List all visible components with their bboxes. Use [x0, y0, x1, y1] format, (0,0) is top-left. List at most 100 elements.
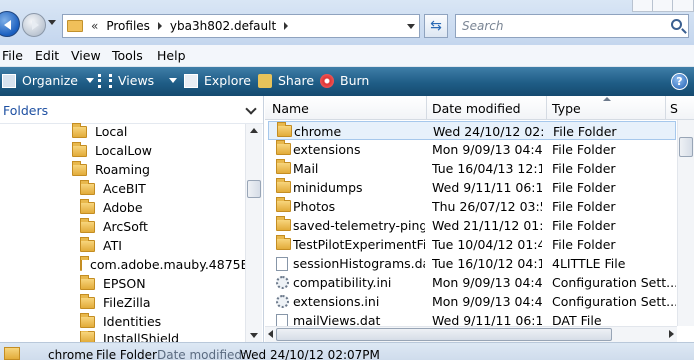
share-button[interactable]: Share	[258, 73, 314, 88]
breadcrumb-profiles[interactable]: Profiles	[106, 19, 150, 33]
folder-icon	[72, 122, 87, 138]
menu-edit[interactable]: Edit	[35, 48, 59, 63]
column-divider[interactable]	[546, 96, 547, 120]
tree-item-label: EPSON	[103, 276, 146, 291]
file-type: File Folder	[552, 199, 616, 214]
scrollbar-thumb[interactable]	[276, 328, 612, 341]
file-row[interactable]: TestPilotExperimentFiles Tue 10/04/12 01:…	[268, 235, 676, 254]
folder-icon	[80, 179, 95, 195]
details-item-name: chrome	[48, 348, 94, 360]
file-row[interactable]: compatibility.ini Mon 9/09/13 04:4... Conf…	[268, 273, 676, 292]
file-row[interactable]: chrome Wed 24/10/12 02:0... File Folder	[268, 121, 676, 140]
burn-button[interactable]: Burn	[320, 73, 369, 88]
overflow-chevrons[interactable]: «	[91, 19, 98, 33]
maximize-button[interactable]	[652, 0, 674, 12]
scroll-down-arrow-icon[interactable]	[250, 333, 258, 338]
file-date-modified: Tue 16/04/13 12:1...	[432, 161, 542, 176]
tree-item-adobe[interactable]: Adobe	[80, 198, 143, 217]
tree-item-acebit[interactable]: AceBIT	[80, 179, 146, 198]
breadcrumb-separator-icon[interactable]	[157, 22, 162, 30]
folder-tree-scrollbar[interactable]	[245, 124, 262, 342]
column-header-type[interactable]: Type	[552, 101, 581, 116]
details-date-label: Date modified:	[157, 348, 247, 360]
file-date-modified: Wed 9/11/11 06:16...	[432, 180, 542, 195]
burn-disc-icon	[320, 73, 334, 88]
tree-item-epson[interactable]: EPSON	[80, 274, 146, 293]
menu-view[interactable]: View	[71, 48, 101, 63]
file-row[interactable]: sessionHistograms.dat... Tue 16/10/12 04:…	[268, 254, 676, 273]
file-row[interactable]: Photos Thu 26/07/12 03:5... File Folder	[268, 197, 676, 216]
tree-item-locallow[interactable]: LocalLow	[72, 141, 152, 160]
file-type: 4LITTLE File	[552, 256, 626, 271]
views-button[interactable]: Views	[98, 73, 178, 88]
tree-item-filezilla[interactable]: FileZilla	[80, 293, 151, 312]
forward-button[interactable]	[22, 13, 46, 37]
tree-item-arcsoft[interactable]: ArcSoft	[80, 217, 148, 236]
scroll-up-arrow-icon[interactable]	[250, 128, 258, 133]
scrollbar-thumb[interactable]	[679, 137, 693, 157]
scroll-right-arrow-icon[interactable]	[669, 330, 674, 338]
column-header-date[interactable]: Date modified	[432, 101, 521, 116]
folder-icon	[4, 347, 20, 360]
column-divider[interactable]	[665, 96, 666, 120]
file-date-modified: Tue 10/04/12 01:4...	[432, 237, 542, 252]
folders-header[interactable]: Folders	[0, 96, 263, 124]
file-row[interactable]: extensions.ini Mon 9/09/13 04:4... Configu…	[268, 292, 676, 311]
scroll-left-arrow-icon[interactable]	[268, 330, 273, 338]
breadcrumb-profile-folder[interactable]: yba3h802.default	[170, 19, 276, 33]
file-list-horizontal-scrollbar[interactable]	[265, 326, 677, 342]
config-file-icon	[276, 276, 289, 292]
burn-label: Burn	[340, 73, 370, 88]
organize-label: Organize	[22, 73, 78, 88]
refresh-button[interactable]: ⇆	[424, 14, 448, 38]
address-bar[interactable]: « Profiles yba3h802.default	[62, 14, 420, 38]
recent-pages-dropdown[interactable]	[48, 20, 56, 25]
chevron-down-icon	[169, 78, 178, 83]
views-icon	[98, 73, 112, 88]
file-row[interactable]: saved-telemetry-pings Wed 21/11/12 01:2..…	[268, 216, 676, 235]
back-button[interactable]	[0, 11, 20, 37]
explore-button[interactable]: Explore	[184, 73, 251, 88]
file-date-modified: Mon 9/09/13 04:4...	[432, 275, 542, 290]
column-header-size[interactable]: S	[670, 101, 678, 116]
chevron-down-icon[interactable]	[245, 103, 257, 115]
file-date-modified: Thu 26/07/12 03:5...	[432, 199, 542, 214]
document-icon	[276, 257, 288, 274]
file-list-vertical-scrollbar[interactable]	[677, 120, 694, 326]
search-input[interactable]: Search	[455, 14, 689, 38]
menu-file[interactable]: File	[2, 48, 23, 63]
tree-item-roaming[interactable]: Roaming	[72, 160, 150, 179]
address-dropdown-icon[interactable]	[407, 24, 415, 29]
menu-help[interactable]: Help	[157, 48, 186, 63]
file-type: File Folder	[553, 124, 617, 139]
tree-item-ati[interactable]: ATI	[80, 236, 122, 255]
file-name: minidumps	[293, 180, 363, 195]
folder-tree-pane: Folders Local LocalLow Roaming AceBIT Ad…	[0, 96, 264, 342]
file-name: extensions.ini	[293, 294, 380, 309]
organize-button[interactable]: Organize	[2, 73, 94, 88]
tree-item-identities[interactable]: Identities	[80, 312, 161, 331]
file-row[interactable]: Mail Tue 16/04/13 12:1... File Folder	[268, 159, 676, 178]
column-header-name[interactable]: Name	[272, 101, 309, 116]
menu-tools[interactable]: Tools	[112, 48, 143, 63]
tree-item-local[interactable]: Local	[72, 122, 127, 141]
address-row: « Profiles yba3h802.default ⇆ Search	[0, 0, 694, 45]
file-name: TestPilotExperimentFiles	[293, 237, 425, 252]
close-button[interactable]	[672, 0, 694, 12]
file-type: File Folder	[552, 142, 616, 157]
search-icon[interactable]	[671, 19, 682, 30]
file-type: File Folder	[552, 161, 616, 176]
tree-item-com-adobe-mauby[interactable]: com.adobe.mauby.4875E02	[80, 255, 245, 274]
tree-item-label: com.adobe.mauby.4875E02	[90, 257, 245, 272]
column-divider[interactable]	[426, 96, 427, 120]
tree-item-label: Roaming	[95, 162, 150, 177]
file-row[interactable]: extensions Mon 9/09/13 04:4... File Folder	[268, 140, 676, 159]
file-row[interactable]: minidumps Wed 9/11/11 06:16... File Folder	[268, 178, 676, 197]
scrollbar-thumb[interactable]	[247, 180, 261, 198]
file-name: saved-telemetry-pings	[293, 218, 425, 233]
tree-item-installshield[interactable]: InstallShield	[80, 331, 179, 342]
file-name: Photos	[293, 199, 336, 214]
help-icon[interactable]: ?	[671, 73, 688, 90]
minimize-button[interactable]	[632, 0, 654, 12]
breadcrumb-separator-icon[interactable]	[284, 22, 289, 30]
